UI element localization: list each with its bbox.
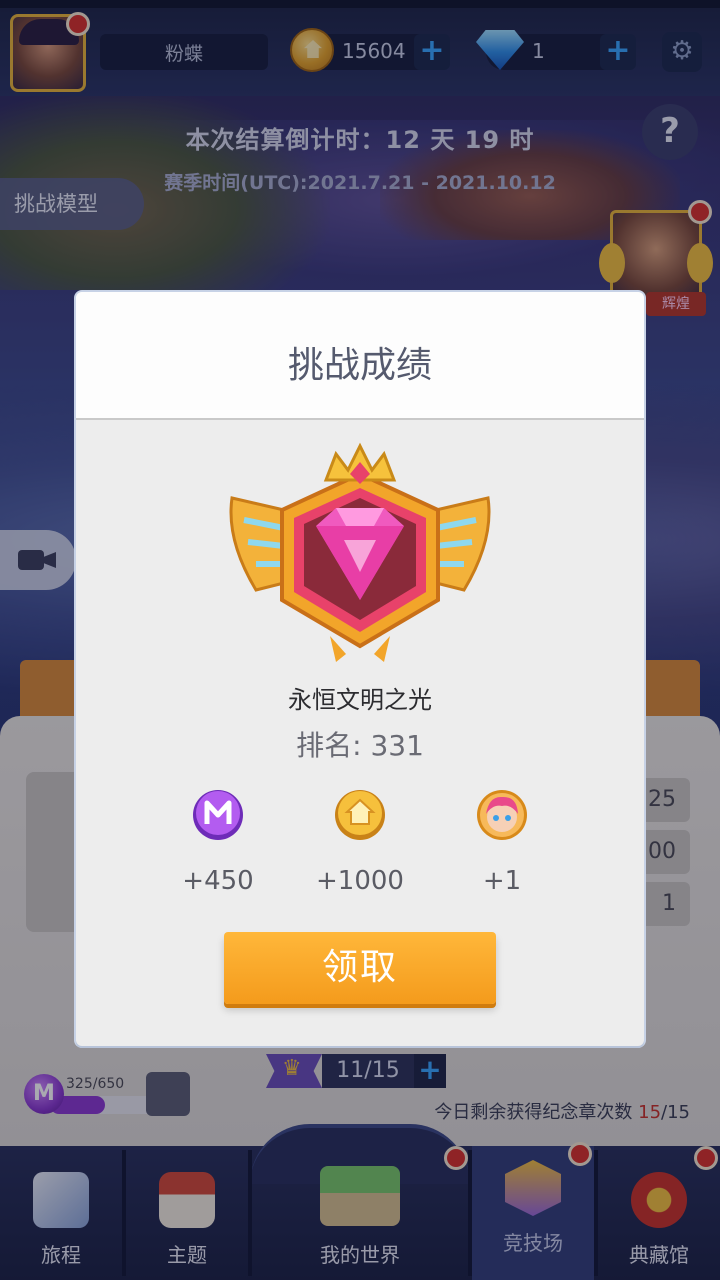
rank-badge-icon [229,442,491,662]
reward-amount: +1000 [316,866,404,896]
reward-amount: +1 [482,866,522,896]
character-avatar-icon [477,790,527,840]
reward-coins: +1000 [300,788,420,896]
challenge-result-dialog: 挑战成绩 永恒文明之光 排名: 331 +450 +1000 +1 领取 [76,292,644,1046]
m-token-icon [193,790,243,840]
claim-button[interactable]: 领取 [224,932,496,1004]
dialog-title: 挑战成绩 [287,345,432,386]
reward-character: +1 [442,788,562,896]
reward-amount: +450 [182,866,254,896]
rank-position: 排名: 331 [296,729,424,762]
rank-name: 永恒文明之光 [288,686,432,714]
dialog-header: 挑战成绩 [76,292,644,420]
house-coin-icon [335,790,385,840]
reward-m-token: +450 [158,788,278,896]
